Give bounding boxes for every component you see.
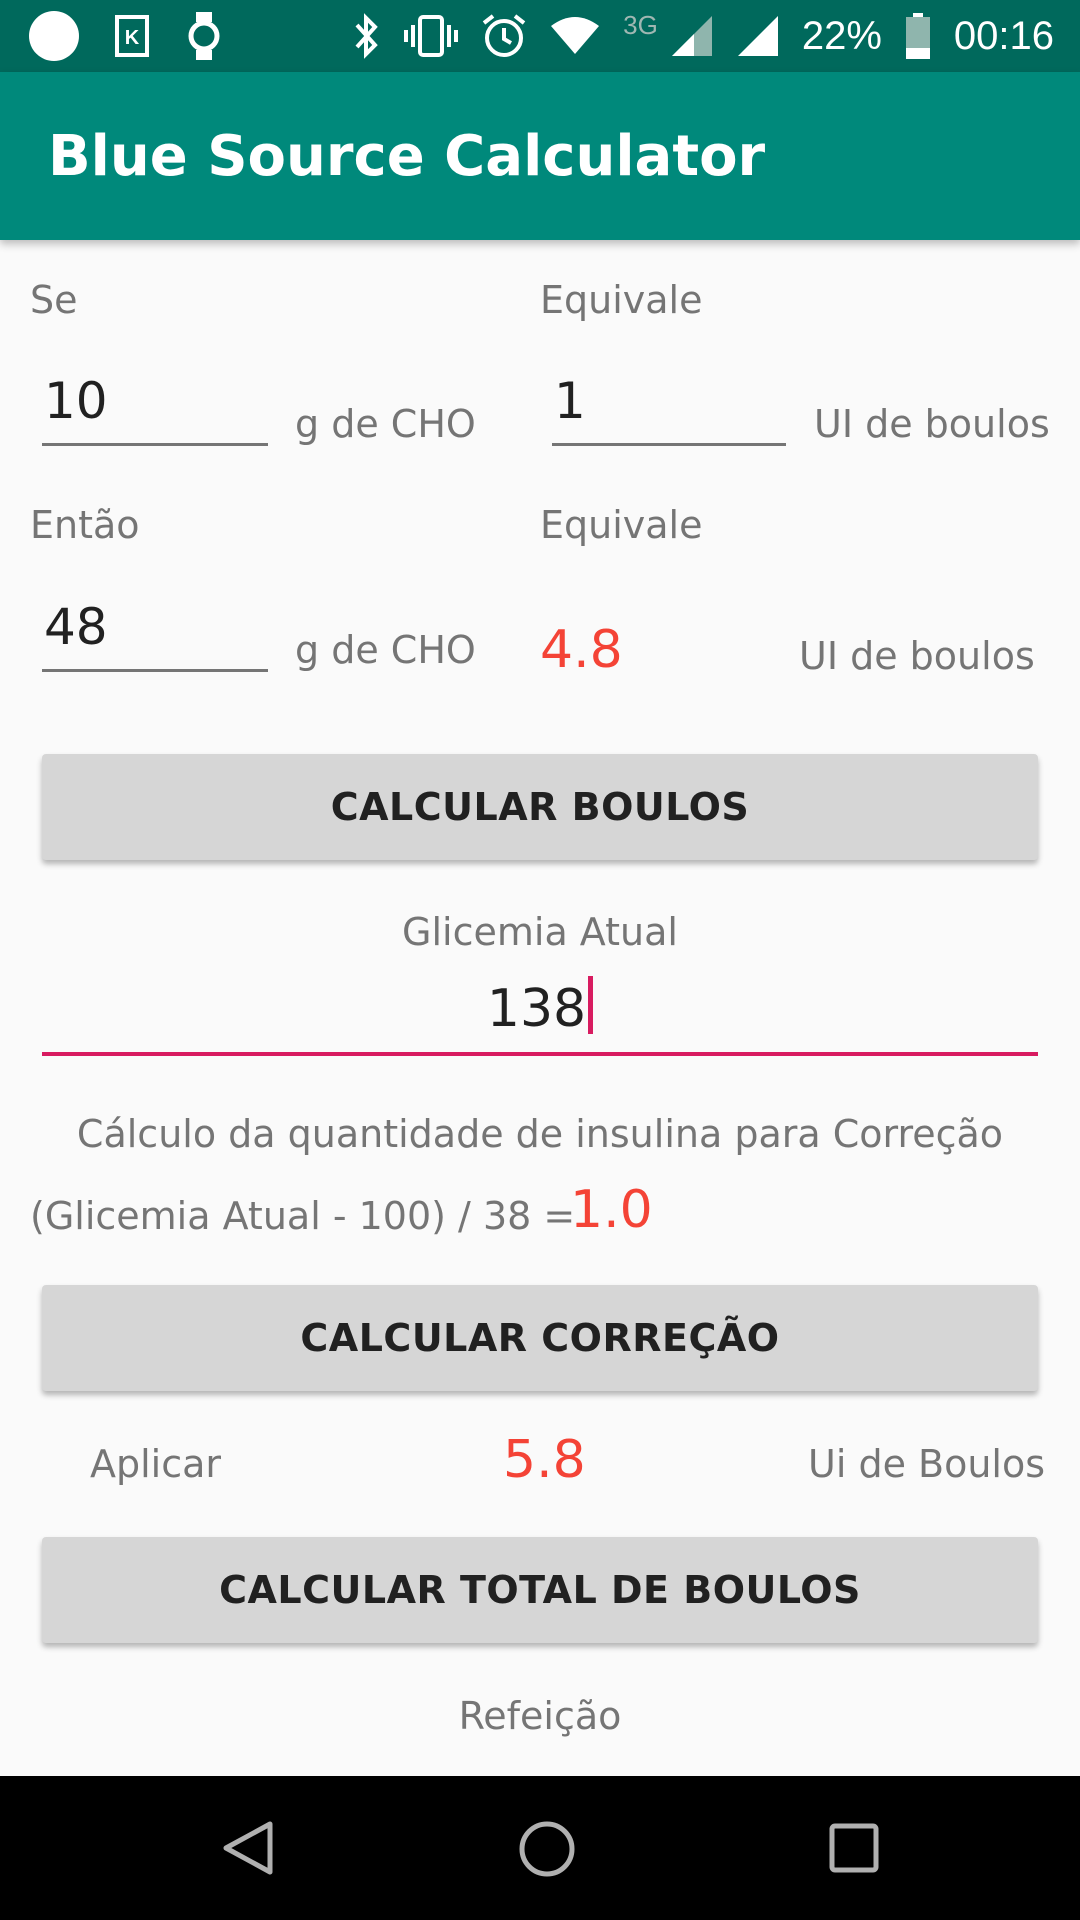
circle-icon: [29, 11, 79, 61]
calculate-bolus-button[interactable]: CALCULAR BOULOS: [42, 754, 1038, 860]
home-icon[interactable]: [518, 1820, 576, 1878]
alarm-icon: [482, 14, 526, 57]
correction-formula: (Glicemia Atual - 100) / 38 =: [30, 1194, 576, 1238]
app-bar: Blue Source Calculator: [0, 72, 1080, 240]
text-cursor: [588, 976, 594, 1034]
calculate-total-button[interactable]: CALCULAR TOTAL DE BOULOS: [42, 1537, 1038, 1643]
insulin-unit-label-2: UI de boulos: [799, 634, 1035, 678]
meal-label: Refeição: [458, 1694, 622, 1738]
carbs-ratio-input[interactable]: 10: [42, 372, 268, 446]
svg-text:K: K: [125, 27, 140, 49]
network-type: 3G: [623, 9, 658, 40]
carbs-unit-label-2: g de CHO: [295, 628, 476, 672]
apply-label: Aplicar: [90, 1442, 222, 1486]
glycemia-label: Glicemia Atual: [402, 910, 678, 954]
battery-percent: 22%: [801, 13, 882, 58]
equivale-label-2: Equivale: [540, 503, 703, 547]
watch-icon: [188, 12, 220, 60]
meal-carbs-input[interactable]: 48: [42, 598, 268, 672]
insulin-unit-label-1: UI de boulos: [814, 402, 1050, 446]
signal-icon: [671, 16, 712, 56]
correction-result: 1.0: [570, 1180, 653, 1240]
glycemia-value: 138: [486, 979, 587, 1039]
k-app-icon: K: [115, 15, 149, 57]
battery-icon: [905, 13, 930, 59]
correction-title: Cálculo da quantidade de insulina para C…: [76, 1112, 1004, 1156]
app-title: Blue Source Calculator: [48, 124, 766, 189]
carbs-unit-label-1: g de CHO: [295, 402, 476, 446]
equivale-label-1: Equivale: [540, 278, 703, 322]
total-result: 5.8: [503, 1430, 586, 1490]
recents-icon[interactable]: [828, 1822, 880, 1874]
status-right-icons: 3G 22% 00:16: [351, 0, 1054, 72]
insulin-ratio-input[interactable]: 1: [552, 372, 786, 446]
glycemia-input[interactable]: 138: [42, 976, 1038, 1056]
status-left-icons: K: [28, 0, 224, 72]
back-icon[interactable]: [220, 1820, 276, 1876]
signal-icon-2: [737, 16, 778, 56]
calculate-correction-button[interactable]: CALCULAR CORREÇÃO: [42, 1285, 1038, 1391]
entao-label: Então: [30, 503, 140, 547]
navigation-bar: [0, 1776, 1080, 1920]
clock: 00:16: [953, 13, 1054, 58]
bolus-result: 4.8: [540, 620, 623, 680]
bluetooth-icon: [355, 13, 378, 59]
status-bar: K 3G 22% 00:16: [0, 0, 1080, 72]
total-unit-label: Ui de Boulos: [808, 1442, 1046, 1486]
wifi-icon: [551, 17, 600, 54]
se-label: Se: [30, 278, 78, 322]
vibrate-icon: [404, 15, 459, 57]
